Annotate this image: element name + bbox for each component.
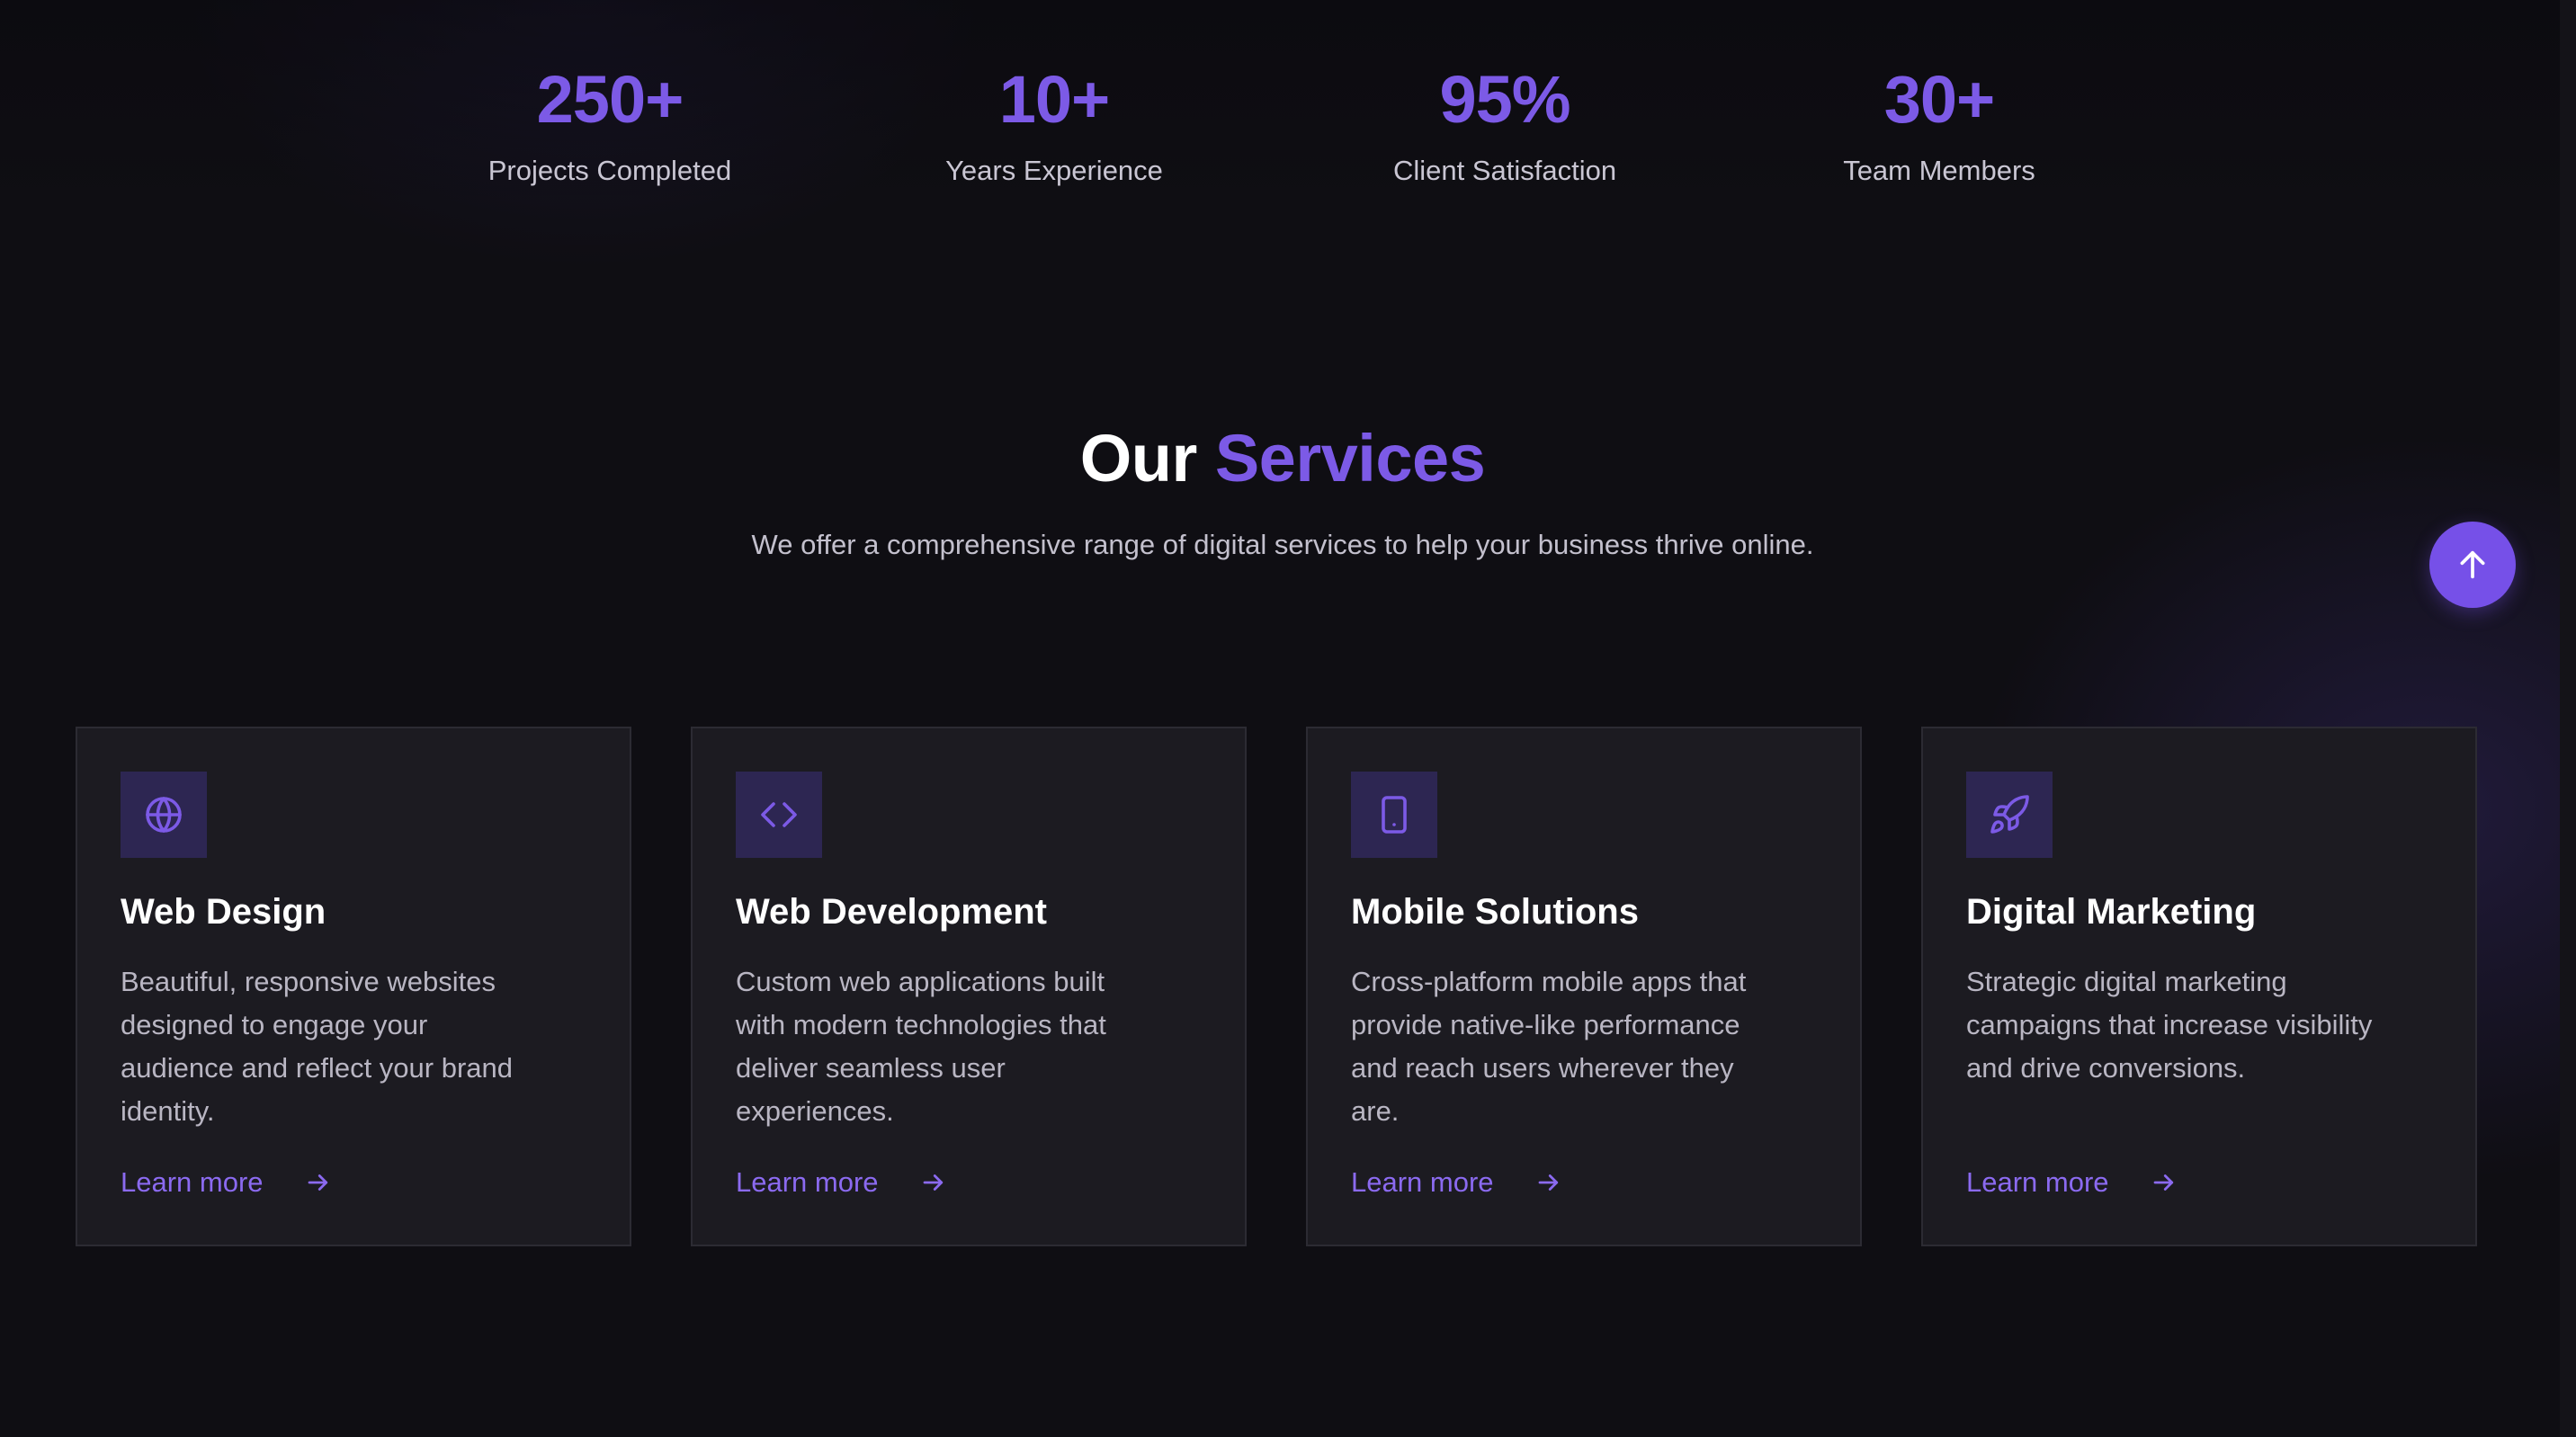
section-title-prefix: Our (1079, 421, 1198, 495)
scrollbar[interactable] (2560, 0, 2576, 1437)
back-to-top-button[interactable] (2429, 522, 2516, 608)
service-card-digital-marketing: Digital Marketing Strategic digital mark… (1921, 727, 2477, 1246)
card-title: Web Development (736, 892, 1047, 932)
learn-more-link[interactable]: Learn more (736, 1164, 947, 1201)
card-description: Cross-platform mobile apps that provide … (1351, 966, 1747, 1127)
learn-more-link[interactable]: Learn more (1351, 1164, 1562, 1201)
stat-team: 30+ Team Members (1750, 59, 2128, 189)
stat-years: 10+ Years Experience (865, 59, 1243, 189)
learn-more-link[interactable]: Learn more (121, 1164, 332, 1201)
learn-more-label: Learn more (1966, 1166, 2109, 1198)
stats-section: 250+ Projects Completed 10+ Years Experi… (0, 0, 2560, 207)
card-icon-tile (1351, 772, 1437, 858)
stat-satisfaction: 95% Client Satisfaction (1316, 59, 1694, 189)
section-title: Our Services (0, 415, 2565, 502)
stat-value: 95% (1439, 62, 1570, 137)
learn-more-label: Learn more (1351, 1166, 1494, 1198)
section-title-accent: Services (1214, 421, 1486, 495)
page: 250+ Projects Completed 10+ Years Experi… (0, 0, 2576, 1437)
stat-label: Team Members (1843, 155, 2035, 186)
stat-value: 30+ (1883, 62, 1996, 137)
card-icon-tile (1966, 772, 2053, 858)
smartphone-icon (1382, 796, 1407, 834)
card-description: Strategic digital marketing campaigns th… (1966, 966, 2373, 1084)
stat-label: Projects Completed (487, 155, 732, 186)
stat-label: Years Experience (945, 155, 1163, 186)
card-title: Digital Marketing (1966, 892, 2257, 932)
stat-projects: 250+ Projects Completed (421, 59, 799, 189)
card-description: Beautiful, responsive websites designed … (121, 966, 514, 1127)
stat-value: 10+ (998, 62, 1111, 137)
arrow-right-icon (2151, 1169, 2178, 1196)
stat-value: 250+ (536, 62, 684, 137)
service-card-web-design: Web Design Beautiful, responsive website… (76, 727, 631, 1246)
service-card-mobile-solutions: Mobile Solutions Cross-platform mobile a… (1306, 727, 1862, 1246)
learn-more-label: Learn more (121, 1166, 264, 1198)
card-description: Custom web applications built with moder… (736, 966, 1106, 1127)
arrow-right-icon (920, 1169, 947, 1196)
service-card-web-development: Web Development Custom web applications … (691, 727, 1247, 1246)
globe-icon (146, 797, 182, 833)
stat-label: Client Satisfaction (1392, 155, 1617, 186)
card-icon-tile (121, 772, 207, 858)
code-icon (761, 802, 797, 827)
arrow-up-icon (2460, 550, 2485, 579)
rocket-icon (1990, 795, 2029, 834)
card-title: Web Design (121, 892, 326, 932)
learn-more-label: Learn more (736, 1166, 879, 1198)
learn-more-link[interactable]: Learn more (1966, 1164, 2178, 1201)
arrow-right-icon (1535, 1169, 1562, 1196)
card-icon-tile (736, 772, 822, 858)
section-subtitle: We offer a comprehensive range of digita… (751, 529, 1814, 560)
card-title: Mobile Solutions (1351, 892, 1639, 932)
arrow-right-icon (305, 1169, 332, 1196)
